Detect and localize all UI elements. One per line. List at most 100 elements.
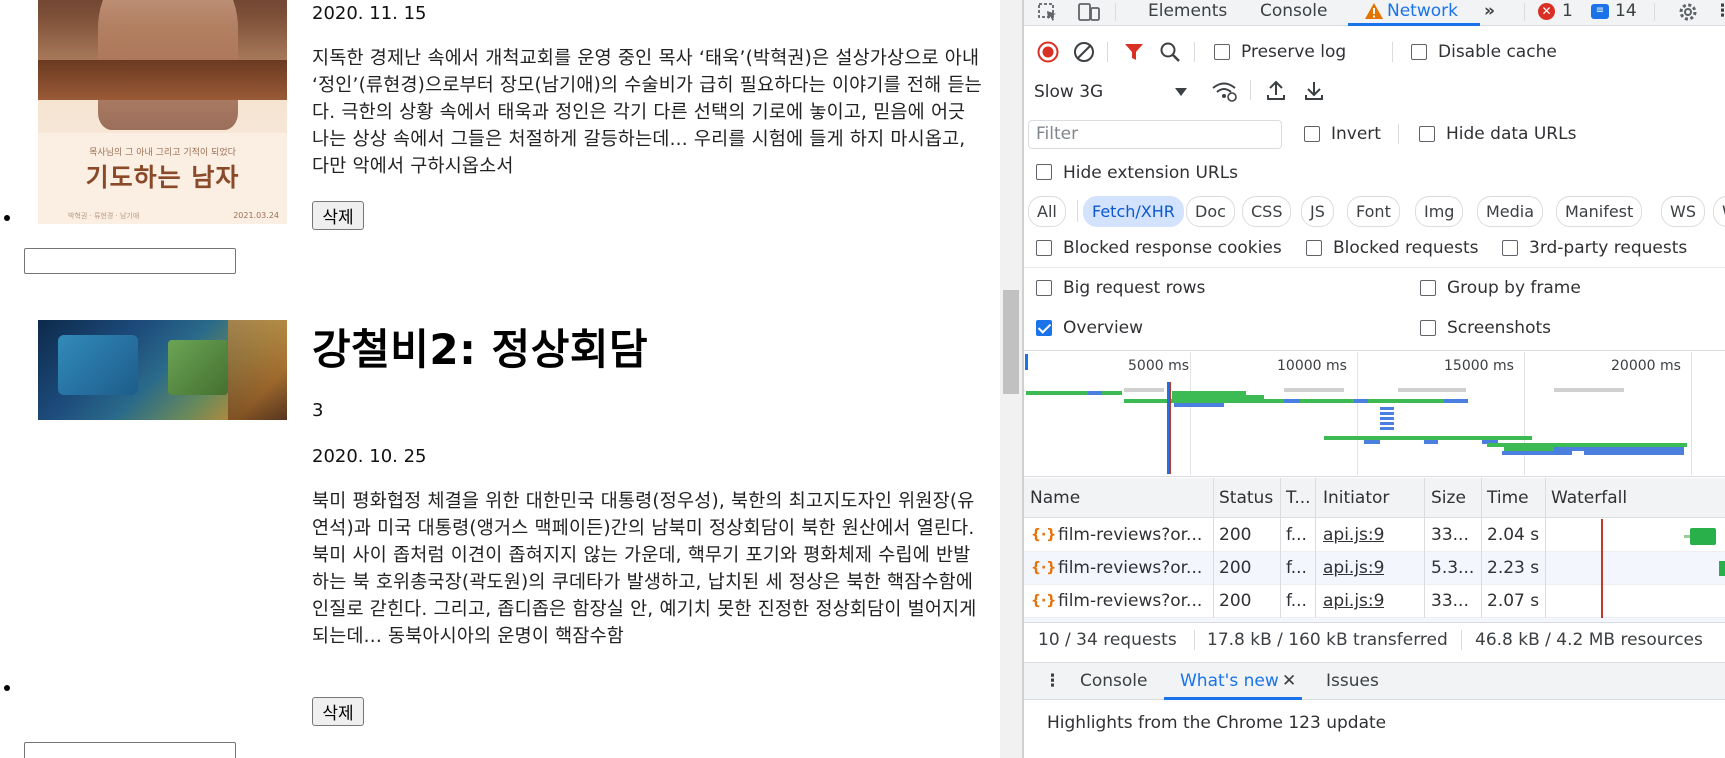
timeline-tick: 5000 ms <box>1128 358 1190 374</box>
col-status[interactable]: Status <box>1219 488 1273 508</box>
request-type: f... <box>1286 558 1307 578</box>
hide-extension-urls-checkbox[interactable] <box>1036 164 1052 180</box>
screenshots-checkbox[interactable] <box>1420 320 1436 336</box>
blocked-response-cookies-checkbox[interactable] <box>1036 240 1052 256</box>
filter-chip-css[interactable]: CSS <box>1242 196 1292 227</box>
request-time: 2.04 s <box>1487 525 1540 545</box>
scrollbar-thumb[interactable] <box>1003 290 1019 394</box>
col-initiator[interactable]: Initiator <box>1323 488 1389 508</box>
request-time: 2.23 s <box>1487 558 1540 578</box>
drawer-tab-whats-new[interactable]: What's new <box>1180 671 1279 691</box>
filter-chip-all[interactable]: All <box>1028 196 1066 227</box>
big-request-rows-checkbox[interactable] <box>1036 280 1052 296</box>
more-options-icon[interactable]: ⋮ <box>1714 0 1725 22</box>
search-icon[interactable] <box>1158 40 1182 64</box>
import-har-icon[interactable] <box>1264 79 1288 103</box>
filter-chip-img[interactable]: Img <box>1415 196 1464 227</box>
clear-icon[interactable] <box>1072 40 1096 64</box>
request-type: f... <box>1286 525 1307 545</box>
filter-input[interactable]: Filter <box>1028 120 1282 149</box>
tab-elements[interactable]: Elements <box>1148 0 1227 22</box>
delete-button[interactable]: 삭제 <box>312 697 364 726</box>
movie-poster-1: 목사님의 그 아내 그리고 기적이 되었다 기도하는 남자 박혁권 · 류현경 … <box>38 0 287 224</box>
movie-title: 강철비2: 정상회담 <box>312 325 649 374</box>
disable-cache-checkbox[interactable] <box>1411 44 1427 60</box>
request-name[interactable]: film-reviews?or... <box>1058 585 1210 618</box>
review-description: 지독한 경제난 속에서 개척교회를 운영 중인 목사 ‘태욱’(박혁권)은 설상… <box>312 48 982 177</box>
filter-chip-manifest[interactable]: Manifest <box>1556 196 1643 227</box>
drawer-menu-icon[interactable]: ⋮ <box>1044 671 1061 691</box>
filter-funnel-icon[interactable] <box>1122 40 1146 64</box>
third-party-checkbox[interactable] <box>1502 240 1518 256</box>
poster-credits: 박혁권 · 류현경 · 남기애 <box>68 212 140 220</box>
hide-data-urls-checkbox[interactable] <box>1419 126 1435 142</box>
drawer-tab-issues[interactable]: Issues <box>1326 671 1379 691</box>
review-score: 3 <box>312 400 324 421</box>
fetch-xhr-icon: {·} <box>1031 593 1057 609</box>
timeline-handle[interactable] <box>1025 354 1028 370</box>
overview-checkbox[interactable] <box>1036 320 1052 336</box>
timeline-tick: 10000 ms <box>1277 358 1347 374</box>
col-time[interactable]: Time <box>1487 488 1529 508</box>
timeline-tick: 20000 ms <box>1611 358 1681 374</box>
filter-chip-ws[interactable]: WS <box>1661 196 1705 227</box>
record-stop-icon[interactable] <box>1036 40 1060 64</box>
review-date: 2020. 10. 25 <box>312 446 427 467</box>
dom-content-loaded-marker <box>1167 382 1169 474</box>
message-count[interactable]: 14 <box>1615 0 1637 22</box>
more-tabs-icon[interactable]: » <box>1484 0 1495 22</box>
request-status: 200 <box>1219 525 1252 545</box>
drawer-tab-console[interactable]: Console <box>1080 671 1148 691</box>
filter-chip-doc[interactable]: Doc <box>1186 196 1235 227</box>
throttling-select[interactable]: Slow 3G <box>1034 82 1103 102</box>
col-name[interactable]: Name <box>1030 488 1080 508</box>
request-status: 200 <box>1219 558 1252 578</box>
review-input[interactable] <box>24 248 236 274</box>
preserve-log-checkbox[interactable] <box>1214 44 1230 60</box>
request-initiator-link[interactable]: api.js:9 <box>1323 585 1384 618</box>
review-input[interactable] <box>24 742 236 758</box>
request-initiator-link[interactable]: api.js:9 <box>1323 519 1384 552</box>
request-name[interactable]: film-reviews?or... <box>1058 519 1210 552</box>
export-har-icon[interactable] <box>1302 79 1326 103</box>
delete-button[interactable]: 삭제 <box>312 201 364 230</box>
col-type[interactable]: T... <box>1286 488 1311 508</box>
col-waterfall[interactable]: Waterfall <box>1551 488 1627 508</box>
big-request-rows-label: Big request rows <box>1063 278 1206 298</box>
waterfall-bar <box>1719 561 1725 576</box>
tab-network[interactable]: Network <box>1387 0 1458 22</box>
request-size: 33... <box>1431 525 1469 545</box>
request-type: f... <box>1286 591 1307 611</box>
group-by-frame-checkbox[interactable] <box>1420 280 1436 296</box>
request-name[interactable]: film-reviews?or... <box>1058 552 1210 585</box>
filter-chip-fetch-xhr[interactable]: Fetch/XHR <box>1083 196 1184 227</box>
waterfall-load-marker <box>1601 519 1603 618</box>
device-toolbar-icon[interactable] <box>1076 1 1102 23</box>
summary-transferred: 17.8 kB / 160 kB transferred <box>1207 630 1448 650</box>
devtools-panel: Elements Console Network » ✕ 1 ≡ 14 ⋮ Pr… <box>1024 0 1725 758</box>
error-icon[interactable]: ✕ <box>1538 3 1555 20</box>
screenshots-label: Screenshots <box>1447 318 1552 338</box>
summary-requests: 10 / 34 requests <box>1038 630 1177 650</box>
filter-chip-font[interactable]: Font <box>1347 196 1400 227</box>
filter-chip-wasm[interactable]: Wasm <box>1713 196 1725 227</box>
inspect-element-icon[interactable] <box>1036 1 1060 23</box>
hide-extension-urls-label: Hide extension URLs <box>1063 163 1239 183</box>
filter-chip-media[interactable]: Media <box>1477 196 1544 227</box>
invert-checkbox[interactable] <box>1304 126 1320 142</box>
error-count[interactable]: 1 <box>1562 0 1573 22</box>
request-initiator-link[interactable]: api.js:9 <box>1323 552 1384 585</box>
timeline-tick: 15000 ms <box>1444 358 1514 374</box>
network-conditions-icon[interactable] <box>1210 79 1238 103</box>
close-icon[interactable]: ✕ <box>1282 671 1296 691</box>
settings-gear-icon[interactable] <box>1676 0 1700 24</box>
invert-label: Invert <box>1331 124 1381 144</box>
movie-poster-2 <box>38 320 287 420</box>
chevron-down-icon[interactable] <box>1172 82 1190 102</box>
col-size[interactable]: Size <box>1431 488 1466 508</box>
message-icon[interactable]: ≡ <box>1591 4 1609 19</box>
blocked-requests-checkbox[interactable] <box>1306 240 1322 256</box>
filter-chip-js[interactable]: JS <box>1301 196 1334 227</box>
blocked-requests-label: Blocked requests <box>1333 238 1479 258</box>
tab-console[interactable]: Console <box>1260 0 1328 22</box>
